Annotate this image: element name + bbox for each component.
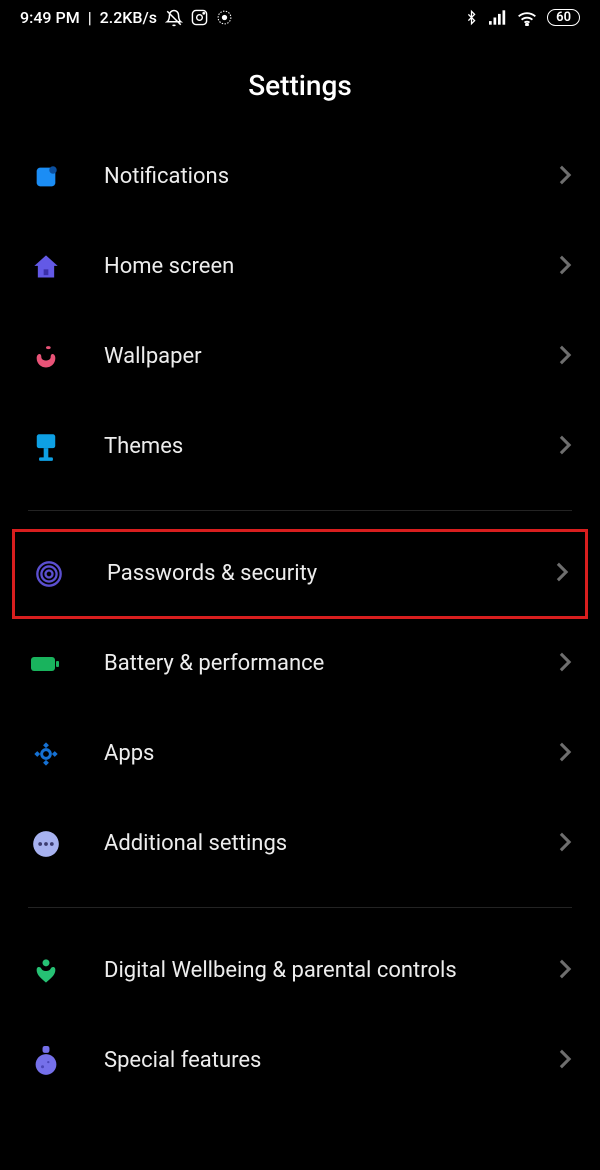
app-icon bbox=[216, 9, 233, 26]
settings-item-digital-wellbeing[interactable]: Digital Wellbeing & parental controls bbox=[0, 926, 600, 1016]
chevron-right-icon bbox=[558, 958, 572, 984]
chevron-right-icon bbox=[558, 651, 572, 677]
dnd-icon bbox=[165, 9, 183, 27]
notifications-icon bbox=[28, 159, 64, 195]
chevron-right-icon bbox=[558, 344, 572, 370]
apps-icon bbox=[28, 736, 64, 772]
settings-item-additional-settings[interactable]: Additional settings bbox=[0, 799, 600, 889]
more-icon bbox=[28, 826, 64, 862]
chevron-right-icon bbox=[558, 254, 572, 280]
settings-list: Notifications Home screen Wallpaper Them… bbox=[0, 132, 600, 1106]
status-time: 9:49 PM bbox=[20, 8, 80, 27]
wellbeing-icon bbox=[28, 953, 64, 989]
settings-item-notifications[interactable]: Notifications bbox=[0, 132, 600, 222]
status-left: 9:49 PM | 2.2KB/s bbox=[20, 8, 233, 27]
signal-icon bbox=[489, 10, 507, 25]
settings-item-label: Additional settings bbox=[64, 830, 558, 858]
settings-item-battery-performance[interactable]: Battery & performance bbox=[0, 619, 600, 709]
settings-item-special-features[interactable]: Special features bbox=[0, 1016, 600, 1106]
settings-item-label: Home screen bbox=[64, 253, 558, 281]
chevron-right-icon bbox=[558, 434, 572, 460]
settings-item-label: Themes bbox=[64, 433, 558, 461]
settings-item-label: Apps bbox=[64, 740, 558, 768]
settings-item-label: Digital Wellbeing & parental controls bbox=[64, 957, 558, 985]
settings-item-label: Battery & performance bbox=[64, 650, 558, 678]
wifi-icon bbox=[517, 10, 537, 26]
chevron-right-icon bbox=[558, 164, 572, 190]
divider bbox=[28, 907, 572, 908]
status-net-speed: 2.2KB/s bbox=[100, 8, 157, 27]
settings-item-passwords-security[interactable]: Passwords & security bbox=[12, 529, 588, 619]
home-icon bbox=[28, 249, 64, 285]
chevron-right-icon bbox=[558, 831, 572, 857]
status-bar: 9:49 PM | 2.2KB/s 60 bbox=[0, 0, 600, 31]
page-title: Settings bbox=[0, 31, 600, 132]
bluetooth-icon bbox=[464, 9, 479, 26]
battery-indicator: 60 bbox=[547, 9, 580, 26]
chevron-right-icon bbox=[558, 1048, 572, 1074]
fingerprint-icon bbox=[31, 556, 67, 592]
settings-item-wallpaper[interactable]: Wallpaper bbox=[0, 312, 600, 402]
wallpaper-icon bbox=[28, 339, 64, 375]
settings-item-themes[interactable]: Themes bbox=[0, 402, 600, 492]
status-right: 60 bbox=[464, 9, 580, 26]
settings-item-label: Wallpaper bbox=[64, 343, 558, 371]
instagram-icon bbox=[191, 9, 208, 26]
special-features-icon bbox=[28, 1043, 64, 1079]
battery-icon bbox=[28, 646, 64, 682]
themes-icon bbox=[28, 429, 64, 465]
divider bbox=[28, 510, 572, 511]
settings-item-label: Notifications bbox=[64, 163, 558, 191]
settings-item-label: Special features bbox=[64, 1047, 558, 1075]
chevron-right-icon bbox=[558, 741, 572, 767]
status-divider: | bbox=[88, 8, 92, 27]
settings-item-home-screen[interactable]: Home screen bbox=[0, 222, 600, 312]
chevron-right-icon bbox=[555, 561, 569, 587]
settings-item-label: Passwords & security bbox=[67, 560, 555, 588]
settings-item-apps[interactable]: Apps bbox=[0, 709, 600, 799]
